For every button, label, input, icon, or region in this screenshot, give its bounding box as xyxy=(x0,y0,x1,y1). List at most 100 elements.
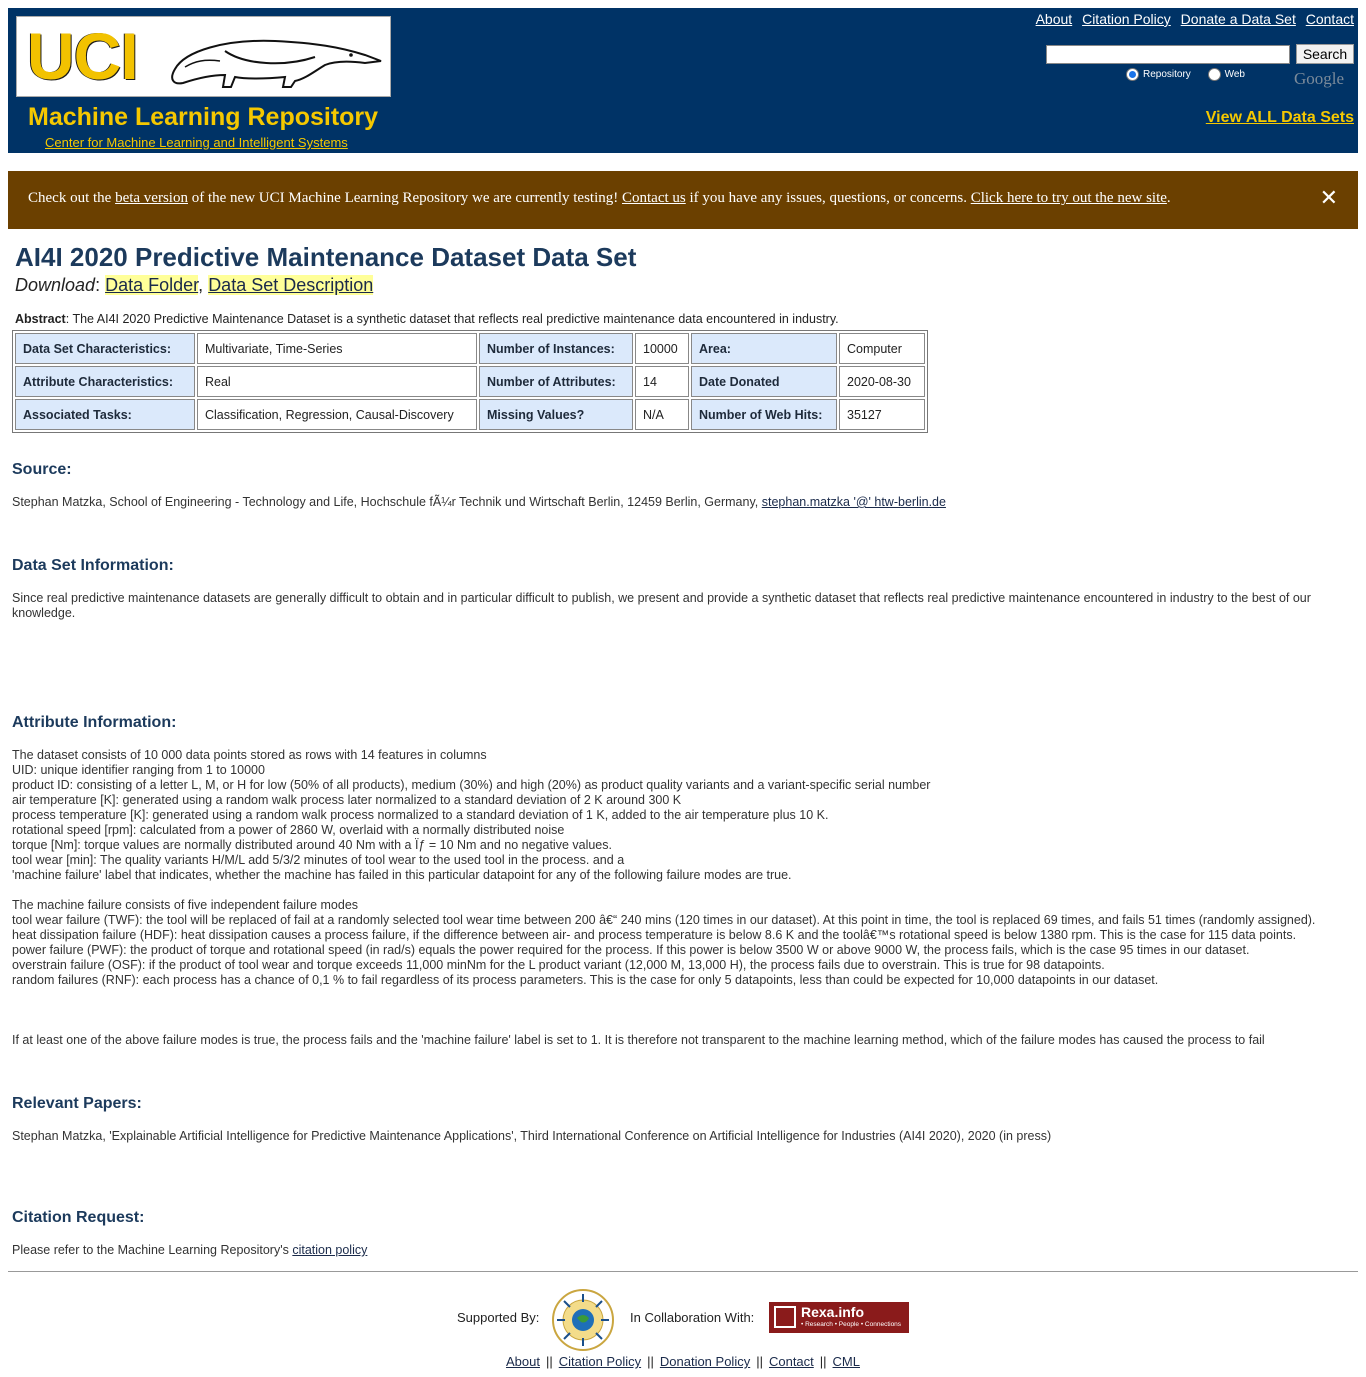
table-cell-label: Associated Tasks: xyxy=(15,399,195,430)
footer-cml-link[interactable]: CML xyxy=(833,1354,860,1369)
list-item: air temperature [K]: generated using a r… xyxy=(12,793,682,807)
source-body: Stephan Matzka, School of Engineering - … xyxy=(12,495,762,509)
list-item: torque [Nm]: torque values are normally … xyxy=(12,838,612,852)
list-item: process temperature [K]: generated using… xyxy=(12,808,829,822)
table-cell-label: Number of Instances: xyxy=(479,333,633,364)
table-cell-label: Attribute Characteristics: xyxy=(15,366,195,397)
banner-text-3: if you have any issues, questions, or co… xyxy=(685,190,971,206)
rexa-x-icon xyxy=(774,1306,796,1328)
list-item: power failure (PWF): the product of torq… xyxy=(12,943,1250,957)
uci-logo[interactable]: UCI xyxy=(16,16,391,97)
table-cell-label: Number of Attributes: xyxy=(479,366,633,397)
collaboration-label: In Collaboration With: xyxy=(630,1310,755,1325)
beta-version-link[interactable]: beta version xyxy=(115,190,188,206)
list-item: random failures (RNF): each process has … xyxy=(12,973,1159,987)
site-header: UCI Machine Learning Repository Center f… xyxy=(8,8,1358,153)
table-cell-value: Multivariate, Time-Series xyxy=(197,333,477,364)
banner-text-4: . xyxy=(1166,190,1171,206)
list-item: The machine failure consists of five ind… xyxy=(12,898,359,912)
nav-contact-link[interactable]: Contact xyxy=(1306,11,1354,27)
citation-policy-link[interactable]: citation policy xyxy=(292,1243,367,1257)
nav-citation-policy-link[interactable]: Citation Policy xyxy=(1082,11,1171,27)
footer-sep: || xyxy=(819,1354,827,1369)
download-comma: , xyxy=(198,275,204,295)
table-row: Data Set Characteristics: Multivariate, … xyxy=(15,333,925,364)
abstract: Abstract: The AI4I 2020 Predictive Maint… xyxy=(15,312,839,326)
table-cell-label: Number of Web Hits: xyxy=(691,399,837,430)
table-cell-value: Computer xyxy=(839,333,925,364)
list-item: heat dissipation failure (HDF): heat dis… xyxy=(12,928,1297,942)
nav-donate-link[interactable]: Donate a Data Set xyxy=(1181,11,1296,27)
search-scope: Repository Web xyxy=(1126,68,1259,81)
table-cell-value: 2020-08-30 xyxy=(839,366,925,397)
rexa-tagline: • Research • People • Connections xyxy=(801,1321,902,1328)
search-input[interactable] xyxy=(1046,45,1290,64)
failure-modes-list: The machine failure consists of five ind… xyxy=(12,898,1352,988)
footer-sep: || xyxy=(756,1354,763,1369)
radio-repository[interactable] xyxy=(1126,68,1139,81)
source-heading: Source: xyxy=(12,461,72,478)
info-heading: Data Set Information: xyxy=(12,557,174,574)
footer-citation-policy-link[interactable]: Citation Policy xyxy=(559,1354,641,1369)
banner-text-1: Check out the xyxy=(28,190,116,206)
list-item: The dataset consists of 10 000 data poin… xyxy=(12,748,487,762)
google-logo: Google xyxy=(1294,69,1345,88)
contact-us-link[interactable]: Contact us xyxy=(622,190,686,206)
close-icon[interactable]: ✕ xyxy=(1320,185,1338,211)
citation-body: Please refer to the Machine Learning Rep… xyxy=(12,1243,293,1257)
beta-banner: Check out the beta version of the new UC… xyxy=(8,171,1358,229)
source-text: Stephan Matzka, School of Engineering - … xyxy=(12,495,1352,510)
abstract-text: : The AI4I 2020 Predictive Maintenance D… xyxy=(65,312,839,326)
list-item: 'machine failure' label that indicates, … xyxy=(12,868,792,882)
repository-title: Machine Learning Repository xyxy=(28,103,379,131)
list-item: tool wear failure (TWF): the tool will b… xyxy=(12,913,1316,927)
table-cell-label: Area: xyxy=(691,333,837,364)
download-label: Download xyxy=(15,275,96,295)
list-item: product ID: consisting of a letter L, M,… xyxy=(12,778,931,792)
nav-about-link[interactable]: About xyxy=(1036,11,1073,27)
footer-about-link[interactable]: About xyxy=(506,1354,540,1369)
banner-message: Check out the beta version of the new UC… xyxy=(28,190,1171,207)
banner-text-2: of the new UCI Machine Learning Reposito… xyxy=(187,190,622,206)
table-cell-value: Real xyxy=(197,366,477,397)
list-item: UID: unique identifier ranging from 1 to… xyxy=(12,763,265,777)
failure-closing-text: If at least one of the above failure mod… xyxy=(12,1033,1265,1047)
view-all-datasets-link[interactable]: View ALL Data Sets xyxy=(1206,109,1354,127)
radio-web-label: Web xyxy=(1224,69,1245,81)
table-row: Attribute Characteristics: Real Number o… xyxy=(15,366,925,397)
download-sep: : xyxy=(95,275,101,295)
data-folder-link[interactable]: Data Folder xyxy=(105,275,199,295)
papers-heading: Relevant Papers: xyxy=(12,1095,142,1112)
radio-web[interactable] xyxy=(1207,68,1221,81)
table-cell-label: Data Set Characteristics: xyxy=(15,333,195,364)
table-cell-label: Date Donated xyxy=(691,366,837,397)
abstract-label: Abstract xyxy=(15,312,66,326)
download-row: Download: Data Folder, Data Set Descript… xyxy=(15,275,374,296)
attributes-heading: Attribute Information: xyxy=(12,714,177,731)
page-title: AI4I 2020 Predictive Maintenance Dataset… xyxy=(15,242,637,272)
papers-text: Stephan Matzka, 'Explainable Artificial … xyxy=(12,1129,1052,1143)
nsf-logo-icon[interactable] xyxy=(551,1288,615,1352)
search-button[interactable]: Search xyxy=(1296,44,1354,64)
cml-link[interactable]: Center for Machine Learning and Intellig… xyxy=(45,135,348,150)
table-row: Associated Tasks: Classification, Regres… xyxy=(15,399,925,430)
footer-contact-link[interactable]: Contact xyxy=(769,1354,814,1369)
uci-logo-text: UCI xyxy=(27,19,139,93)
citation-heading: Citation Request: xyxy=(12,1209,145,1226)
table-cell-label: Missing Values? xyxy=(479,399,633,430)
new-site-link[interactable]: Click here to try out the new site xyxy=(971,190,1167,206)
email-link[interactable]: stephan.matzka '@' htw-berlin.de xyxy=(762,495,946,509)
data-description-link[interactable]: Data Set Description xyxy=(208,275,374,295)
list-item: tool wear [min]: The quality variants H/… xyxy=(12,853,625,867)
footer-divider xyxy=(8,1271,1358,1272)
table-cell-value: 14 xyxy=(635,366,689,397)
table-cell-value: Classification, Regression, Causal-Disco… xyxy=(197,399,477,430)
footer-sep: || xyxy=(545,1354,553,1369)
rexa-logo[interactable]: Rexa.info • Research • People • Connecti… xyxy=(769,1302,909,1333)
top-nav: About Citation Policy Donate a Data Set … xyxy=(1030,11,1354,27)
footer-nav: About || Citation Policy || Donation Policy |… xyxy=(0,1354,1366,1369)
rexa-name: Rexa.info xyxy=(801,1304,865,1320)
footer-donation-policy-link[interactable]: Donation Policy xyxy=(660,1354,750,1369)
citation-text: Please refer to the Machine Learning Rep… xyxy=(12,1243,1352,1258)
list-item: overstrain failure (OSF): if the product… xyxy=(12,958,1105,972)
